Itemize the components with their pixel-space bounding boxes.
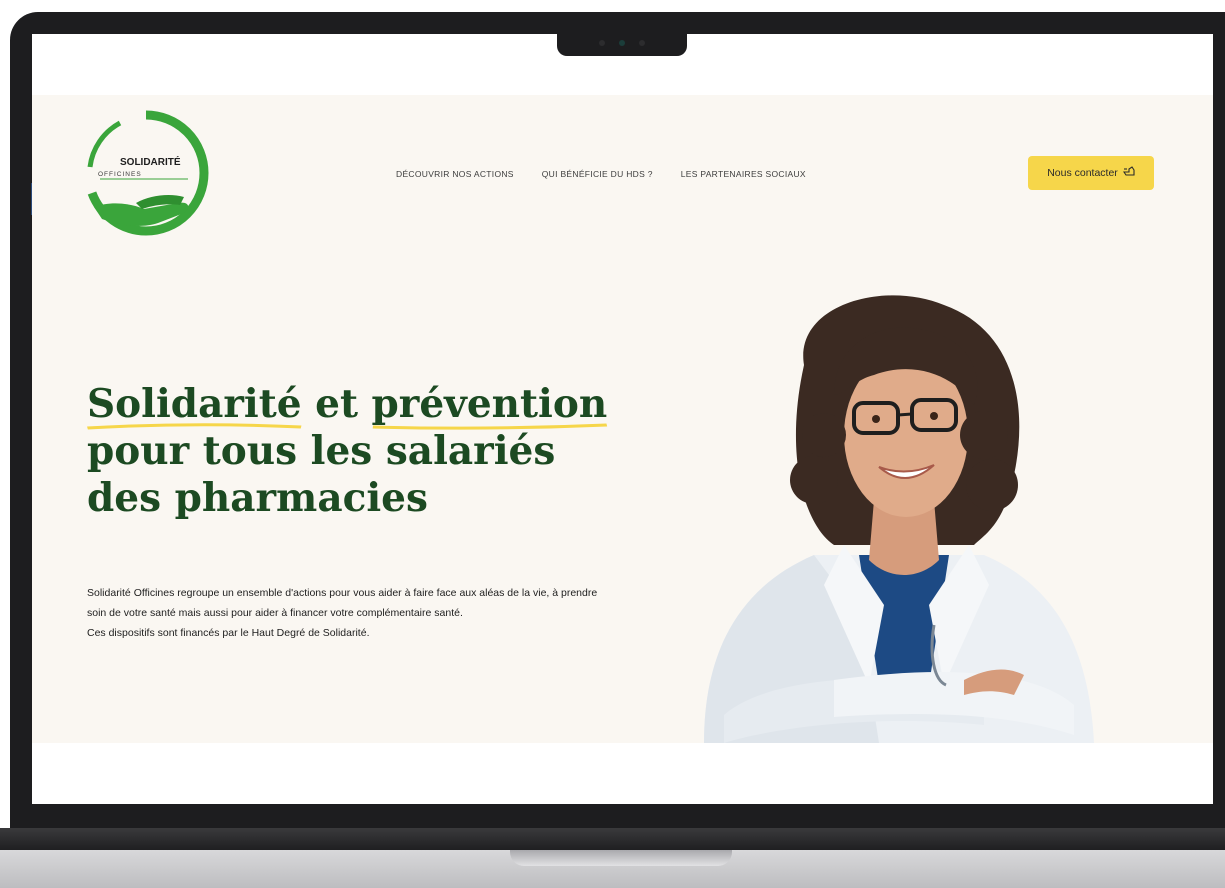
laptop-hinge-notch <box>510 850 732 866</box>
hero-headline: Solidarité et prévention pour tous les s… <box>87 381 607 522</box>
main-navigation: DÉCOUVRIR NOS ACTIONS QUI BÉNÉFICIE DU H… <box>396 169 806 179</box>
site-logo[interactable]: SOLIDARITÉ OFFICINES <box>80 107 212 239</box>
headline-line-2: pour tous les salariés <box>87 428 556 474</box>
logo-hand-circle-icon: SOLIDARITÉ OFFICINES <box>87 110 209 236</box>
headline-word-et: et <box>301 381 372 427</box>
headline-line-3: des pharmacies <box>87 475 428 521</box>
nav-item-partenaires[interactable]: LES PARTENAIRES SOCIAUX <box>681 169 806 179</box>
logo-subtitle: OFFICINES <box>98 171 142 178</box>
logo-title: SOLIDARITÉ <box>120 155 181 168</box>
nav-item-decouvrir-actions[interactable]: DÉCOUVRIR NOS ACTIONS <box>396 169 514 179</box>
description-paragraph-2: Ces dispositifs sont financés par le Hau… <box>87 627 370 639</box>
laptop-screen: SOLIDARITÉ OFFICINES DÉCOUVRIR NOS ACTIO… <box>32 34 1213 804</box>
hand-point-icon <box>1122 166 1135 180</box>
hero-description: Solidarité Officines regroupe un ensembl… <box>87 583 607 643</box>
nav-item-beneficiaires[interactable]: QUI BÉNÉFICIE DU HDS ? <box>542 169 653 179</box>
headline-highlight-solidarite: Solidarité <box>87 381 302 430</box>
description-paragraph-1: Solidarité Officines regroupe un ensembl… <box>87 587 598 619</box>
laptop-base-edge <box>0 828 1225 850</box>
headline-highlight-prevention: prévention <box>372 381 607 430</box>
hero-pharmacist-image <box>684 285 1114 743</box>
contact-button-label: Nous contacter <box>1047 167 1118 179</box>
website-hero-section: SOLIDARITÉ OFFICINES DÉCOUVRIR NOS ACTIO… <box>32 95 1213 743</box>
camera-notch <box>557 34 687 56</box>
contact-button[interactable]: Nous contacter <box>1028 156 1154 190</box>
